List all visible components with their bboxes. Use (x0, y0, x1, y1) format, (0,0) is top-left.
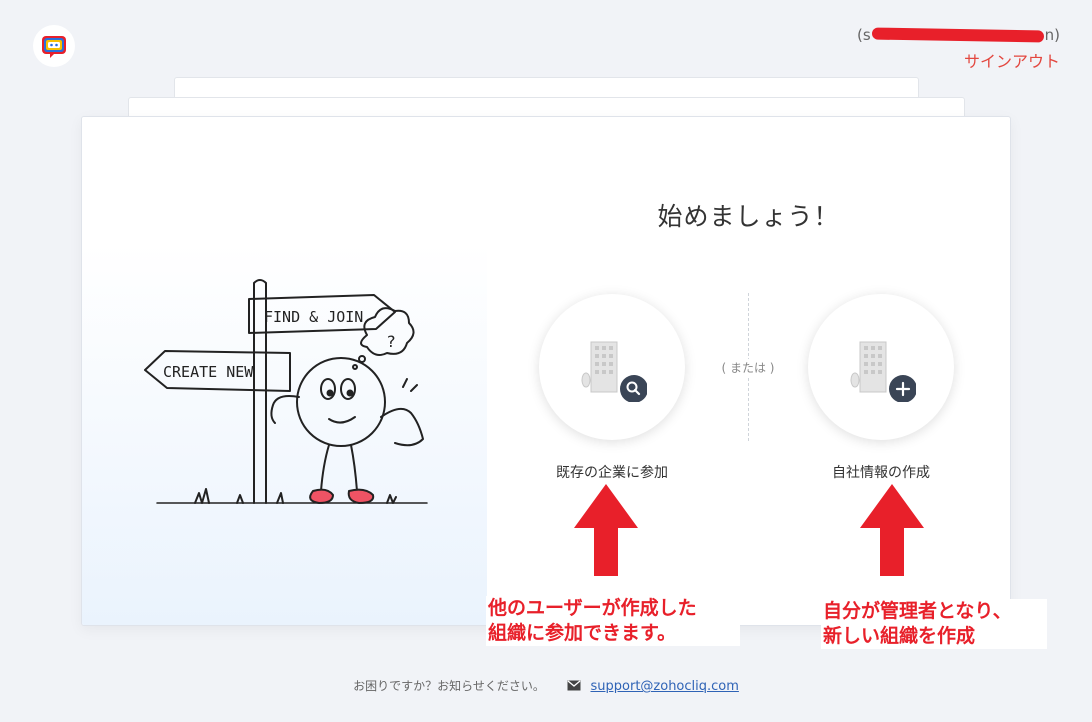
email-suffix: n) (1044, 26, 1060, 44)
annotation-line: 組織に参加できます。 (488, 622, 677, 644)
annotation-note-create: 自分が管理者となり、 新しい組織を作成 (821, 599, 1047, 649)
create-org-label[interactable]: 自社情報の作成 (781, 462, 981, 482)
redacted-email-mark (871, 27, 1044, 43)
footer: お困りですか？お知らせください。 support@zohocliq.com (0, 677, 1092, 694)
signout-link[interactable]: サインアウト (857, 48, 1060, 72)
join-org-label[interactable]: 既存の企業に参加 (512, 462, 712, 482)
account-info: (s n) サインアウト (857, 26, 1060, 72)
or-separator-text: ( または ) (698, 359, 798, 376)
app-logo (33, 25, 75, 67)
building-search-icon (581, 341, 647, 402)
cliq-logo-icon (42, 36, 66, 58)
building-add-icon (850, 341, 916, 402)
email-prefix: (s (856, 26, 871, 44)
annotation-arrow-up-icon (860, 484, 924, 576)
annotation-note-join: 他のユーザーが作成した 組織に参加できます。 (486, 596, 740, 646)
create-org-button[interactable] (808, 294, 954, 440)
annotation-line: 自分が管理者となり、 (823, 600, 1012, 622)
mail-icon (567, 680, 581, 694)
user-email: (s n) (857, 26, 1060, 44)
support-email-link[interactable]: support@zohocliq.com (591, 679, 739, 694)
help-text: お困りですか？お知らせください。 (353, 679, 545, 693)
annotation-arrow-up-icon (574, 484, 638, 576)
annotation-line: 新しい組織を作成 (823, 625, 976, 647)
annotation-line: 他のユーザーが作成した (488, 597, 697, 619)
join-org-button[interactable] (539, 294, 685, 440)
